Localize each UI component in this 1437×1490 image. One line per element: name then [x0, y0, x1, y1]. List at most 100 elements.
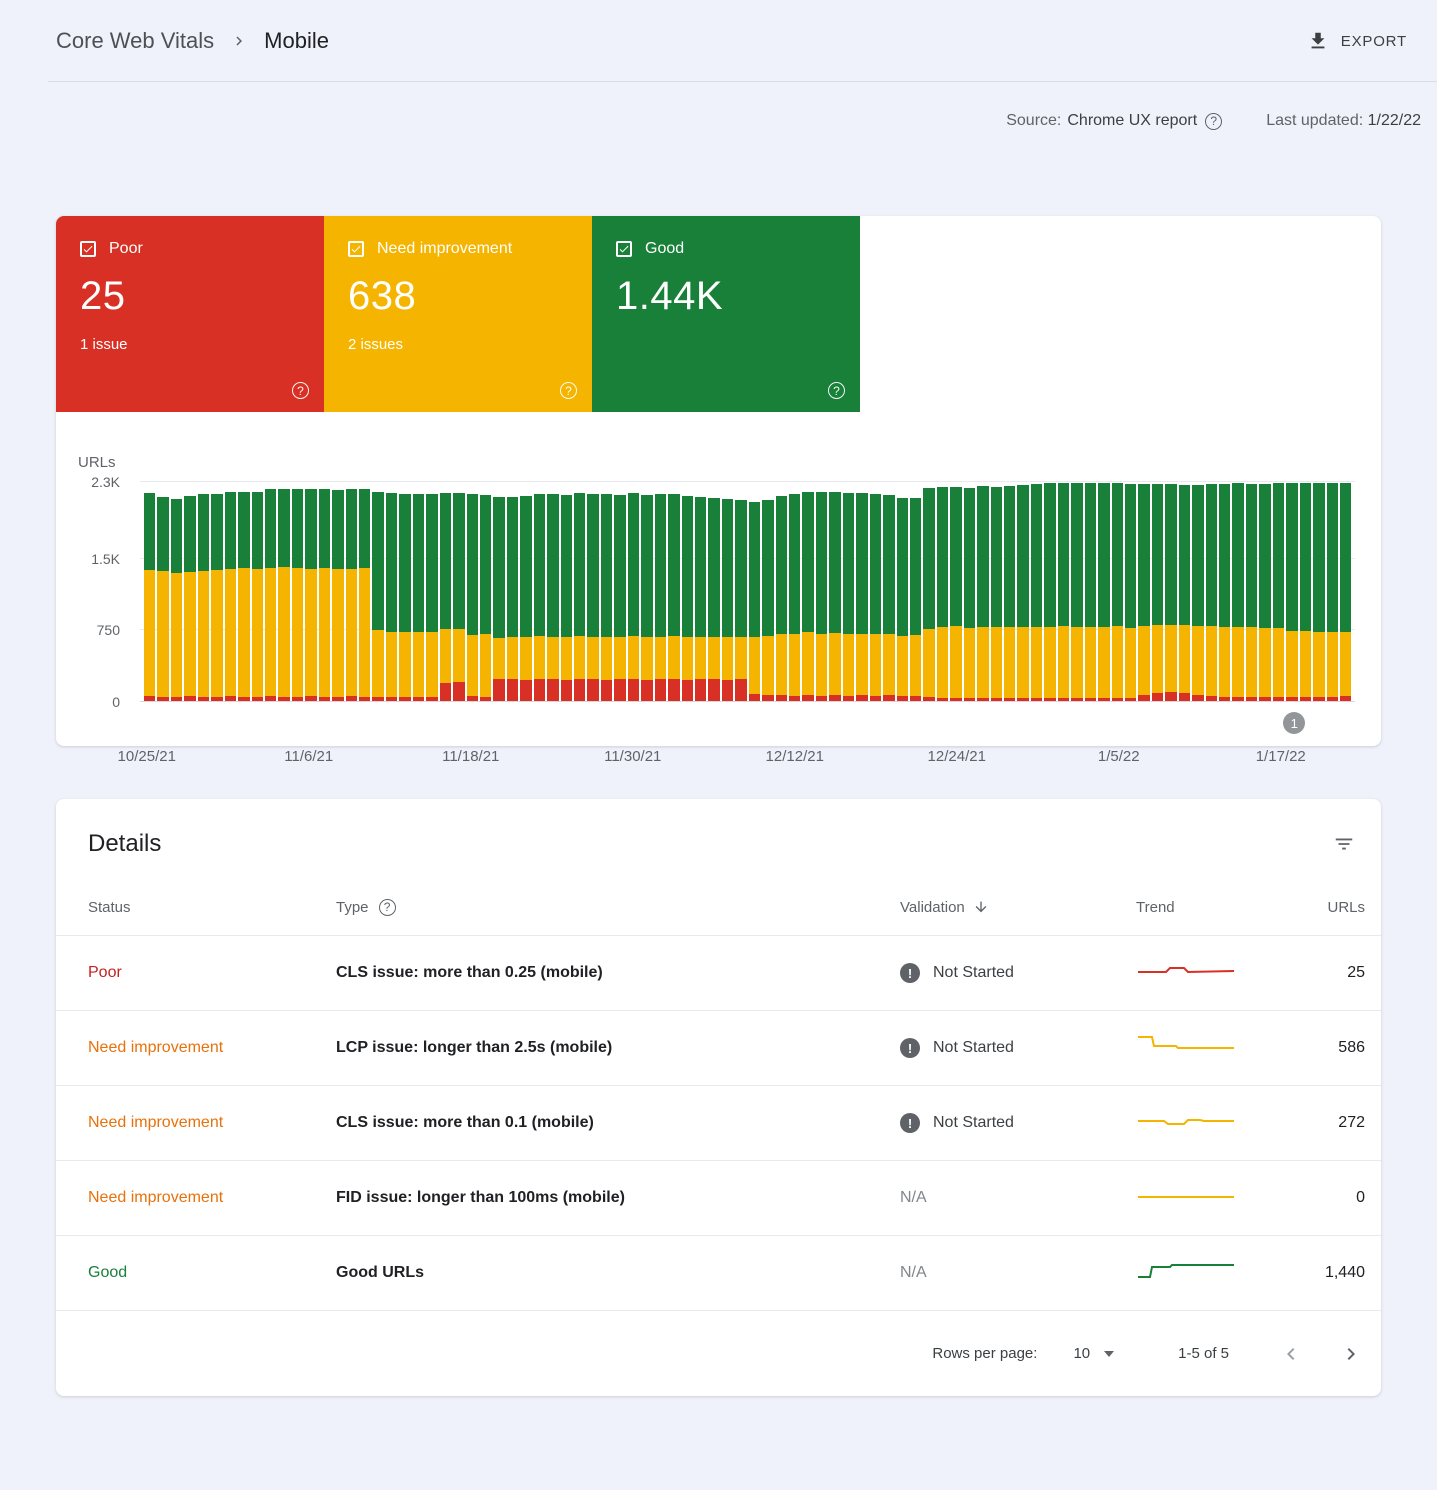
stacked-bar[interactable]: [1179, 482, 1190, 701]
stacked-bar[interactable]: [426, 482, 437, 701]
stacked-bar[interactable]: [883, 482, 894, 701]
stacked-bar[interactable]: [1112, 482, 1123, 701]
stacked-bar[interactable]: [493, 482, 504, 701]
stacked-bar[interactable]: [372, 482, 383, 701]
stacked-bar[interactable]: [399, 482, 410, 701]
stacked-bar[interactable]: [346, 482, 357, 701]
stacked-bar[interactable]: [1300, 482, 1311, 701]
stacked-bar[interactable]: [1340, 482, 1351, 701]
stacked-bar[interactable]: [708, 482, 719, 701]
column-validation-sort[interactable]: Validation: [900, 899, 1136, 916]
stacked-bar[interactable]: [776, 482, 787, 701]
stacked-bar[interactable]: [695, 482, 706, 701]
help-icon[interactable]: ?: [1205, 113, 1222, 130]
stacked-bar[interactable]: [1286, 482, 1297, 701]
export-button[interactable]: EXPORT: [1307, 30, 1407, 52]
summary-card-poor[interactable]: Poor 25 1 issue ?: [56, 216, 324, 412]
stacked-bar[interactable]: [332, 482, 343, 701]
stacked-bar[interactable]: [265, 482, 276, 701]
stacked-bar[interactable]: [1138, 482, 1149, 701]
checkbox-poor-icon[interactable]: [80, 241, 96, 257]
table-row[interactable]: Need improvementFID issue: longer than 1…: [56, 1160, 1381, 1235]
stacked-bar[interactable]: [198, 482, 209, 701]
previous-page-button[interactable]: [1275, 1338, 1307, 1370]
help-icon[interactable]: ?: [292, 382, 309, 399]
stacked-bar[interactable]: [843, 482, 854, 701]
stacked-bar[interactable]: [587, 482, 598, 701]
breadcrumb-core-web-vitals[interactable]: Core Web Vitals: [56, 28, 214, 54]
stacked-bar[interactable]: [1085, 482, 1096, 701]
stacked-bar[interactable]: [802, 482, 813, 701]
stacked-bar[interactable]: [574, 482, 585, 701]
stacked-bar[interactable]: [252, 482, 263, 701]
stacked-bar[interactable]: [292, 482, 303, 701]
stacked-bar[interactable]: [628, 482, 639, 701]
checkbox-good-icon[interactable]: [616, 241, 632, 257]
stacked-bar[interactable]: [789, 482, 800, 701]
stacked-bar[interactable]: [816, 482, 827, 701]
stacked-bar[interactable]: [319, 482, 330, 701]
stacked-bar[interactable]: [1192, 482, 1203, 701]
stacked-bar[interactable]: [735, 482, 746, 701]
stacked-bar[interactable]: [211, 482, 222, 701]
stacked-bar[interactable]: [897, 482, 908, 701]
help-icon[interactable]: ?: [828, 382, 845, 399]
table-row[interactable]: Need improvementLCP issue: longer than 2…: [56, 1010, 1381, 1085]
stacked-bar[interactable]: [614, 482, 625, 701]
stacked-bar[interactable]: [1125, 482, 1136, 701]
stacked-bar[interactable]: [547, 482, 558, 701]
stacked-bar[interactable]: [157, 482, 168, 701]
stacked-bar[interactable]: [856, 482, 867, 701]
stacked-bar[interactable]: [520, 482, 531, 701]
stacked-bar[interactable]: [829, 482, 840, 701]
stacked-bar[interactable]: [722, 482, 733, 701]
stacked-bar[interactable]: [184, 482, 195, 701]
stacked-bar[interactable]: [1219, 482, 1230, 701]
table-row[interactable]: GoodGood URLsN/A1,440: [56, 1235, 1381, 1310]
stacked-bar[interactable]: [1206, 482, 1217, 701]
stacked-bar[interactable]: [950, 482, 961, 701]
stacked-bar[interactable]: [413, 482, 424, 701]
stacked-bar[interactable]: [641, 482, 652, 701]
stacked-bar[interactable]: [923, 482, 934, 701]
filter-button[interactable]: [1329, 829, 1359, 859]
table-row[interactable]: PoorCLS issue: more than 0.25 (mobile)!N…: [56, 935, 1381, 1010]
help-icon[interactable]: ?: [560, 382, 577, 399]
stacked-bar[interactable]: [1246, 482, 1257, 701]
stacked-bar[interactable]: [453, 482, 464, 701]
stacked-bar[interactable]: [467, 482, 478, 701]
stacked-bar[interactable]: [238, 482, 249, 701]
stacked-bar[interactable]: [480, 482, 491, 701]
stacked-bar[interactable]: [937, 482, 948, 701]
stacked-bar[interactable]: [991, 482, 1002, 701]
stacked-bar[interactable]: [1327, 482, 1338, 701]
stacked-bar[interactable]: [682, 482, 693, 701]
help-icon[interactable]: ?: [379, 899, 396, 916]
stacked-bar[interactable]: [1232, 482, 1243, 701]
summary-card-need-improvement[interactable]: Need improvement 638 2 issues ?: [324, 216, 592, 412]
stacked-bar[interactable]: [601, 482, 612, 701]
stacked-bar[interactable]: [655, 482, 666, 701]
stacked-bar[interactable]: [305, 482, 316, 701]
stacked-bar[interactable]: [1273, 482, 1284, 701]
stacked-bar[interactable]: [668, 482, 679, 701]
stacked-bar[interactable]: [1071, 482, 1082, 701]
stacked-bar[interactable]: [144, 482, 155, 701]
stacked-bar[interactable]: [749, 482, 760, 701]
stacked-bar[interactable]: [1017, 482, 1028, 701]
stacked-bar[interactable]: [1058, 482, 1069, 701]
stacked-bar[interactable]: [386, 482, 397, 701]
stacked-bar[interactable]: [278, 482, 289, 701]
chart-annotation-marker[interactable]: 1: [1283, 712, 1305, 734]
stacked-bar[interactable]: [1044, 482, 1055, 701]
rows-per-page-select[interactable]: 10: [1073, 1345, 1114, 1362]
stacked-bar[interactable]: [1004, 482, 1015, 701]
stacked-bar[interactable]: [1165, 482, 1176, 701]
stacked-bar[interactable]: [910, 482, 921, 701]
table-row[interactable]: Need improvementCLS issue: more than 0.1…: [56, 1085, 1381, 1160]
stacked-bar[interactable]: [870, 482, 881, 701]
next-page-button[interactable]: [1335, 1338, 1367, 1370]
stacked-bar[interactable]: [225, 482, 236, 701]
stacked-bar[interactable]: [359, 482, 370, 701]
stacked-bar[interactable]: [534, 482, 545, 701]
